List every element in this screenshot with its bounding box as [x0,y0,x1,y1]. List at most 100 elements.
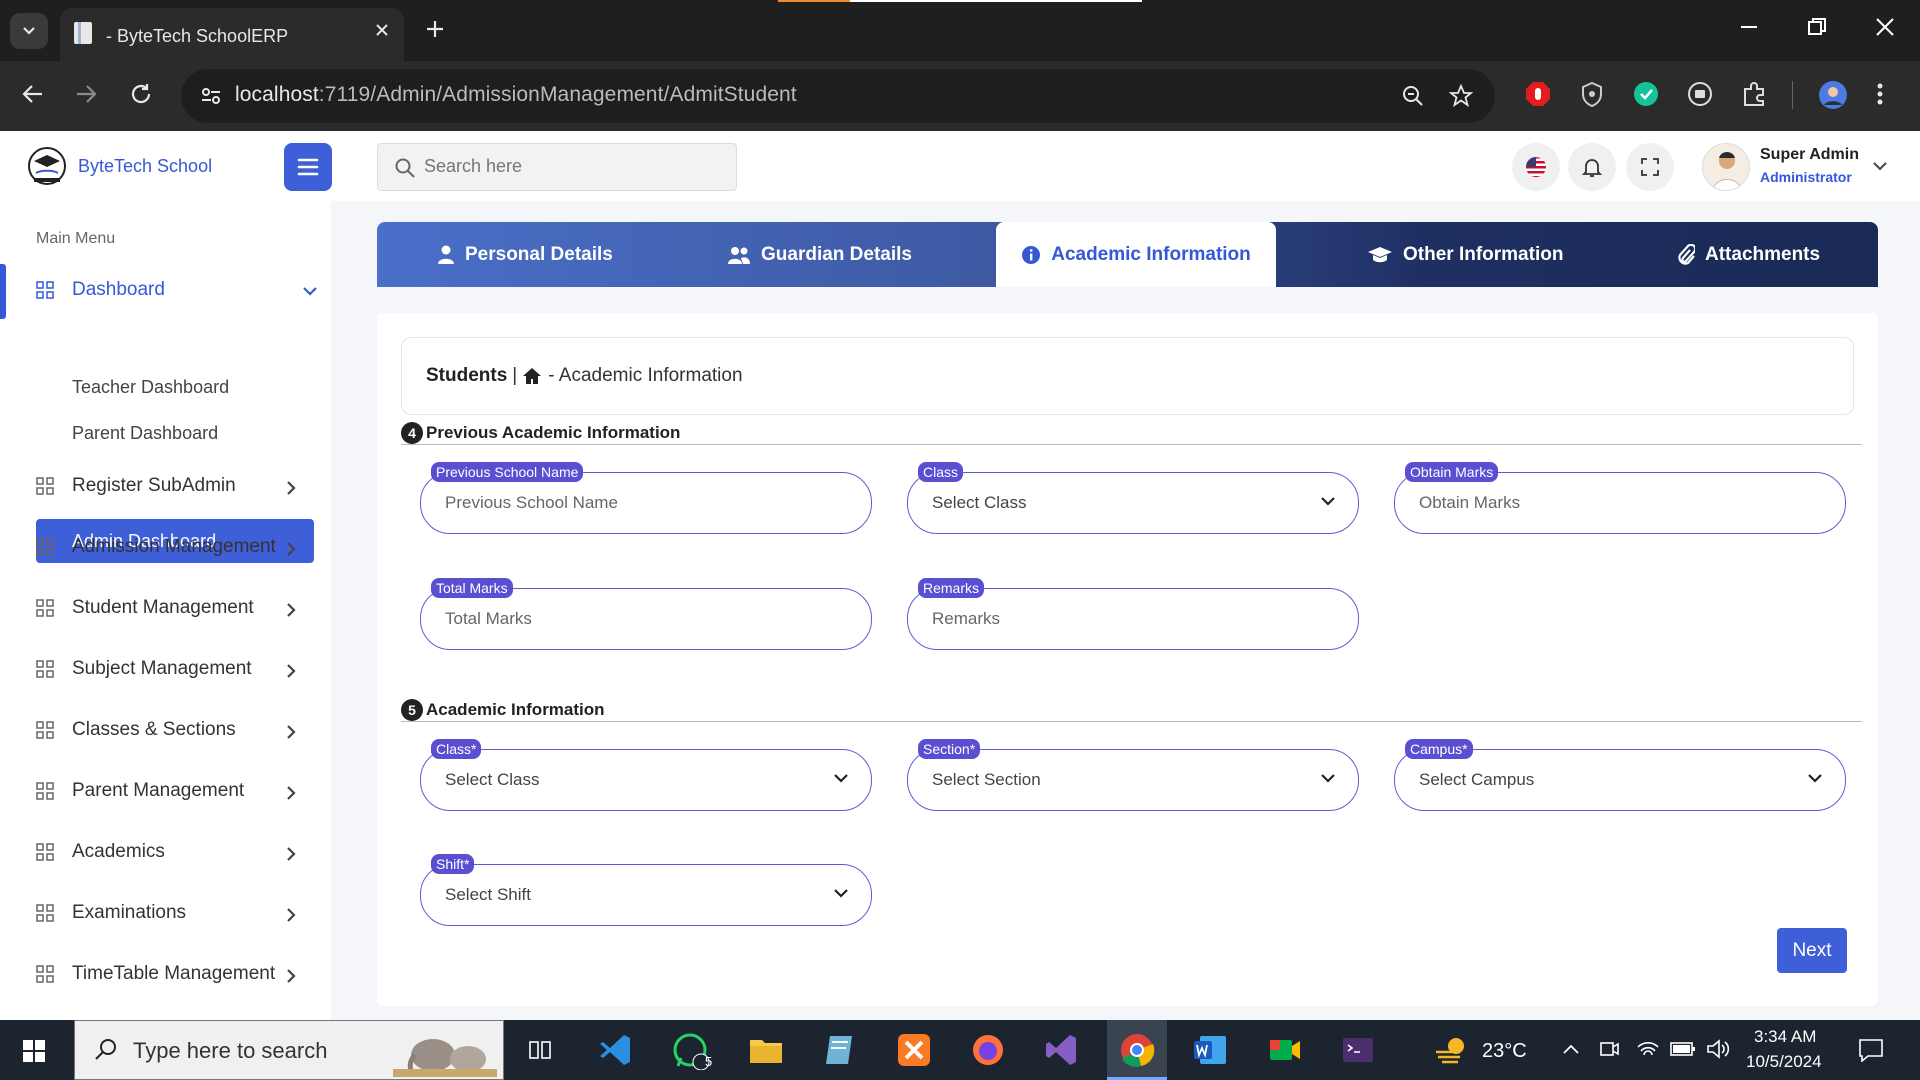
chrome-icon[interactable] [1119,1032,1155,1068]
user-avatar[interactable] [1702,143,1750,191]
shield-extension-icon[interactable] [1578,80,1606,108]
sidebar-item-parent-management[interactable]: Parent Management [36,780,244,802]
weather-icon[interactable] [1434,1034,1470,1066]
chevron-right-icon[interactable] [286,602,296,618]
next-button[interactable]: Next [1777,928,1847,973]
grammar-extension-icon[interactable] [1632,80,1660,108]
sidebar-toggle-button[interactable] [284,143,332,191]
previous-school-name-input[interactable]: Previous School Name [445,493,618,513]
sidebar-item-classes-sections[interactable]: Classes & Sections [36,719,236,741]
meet-now-icon[interactable] [1598,1038,1620,1060]
xampp-icon[interactable] [896,1032,932,1068]
obtain-marks-input[interactable]: Obtain Marks [1419,493,1520,513]
sidebar-item-register-subadmin[interactable]: Register SubAdmin [36,475,236,497]
battery-icon[interactable] [1670,1040,1696,1058]
wifi-icon[interactable] [1636,1038,1660,1060]
chevron-right-icon[interactable] [286,541,296,557]
sidebar-item-subject-management[interactable]: Subject Management [36,658,252,680]
tab-search-button[interactable] [10,13,48,49]
browser-menu-icon[interactable] [1874,80,1886,108]
browser-tab[interactable]: - ByteTech SchoolERP [60,8,404,61]
profile-avatar-icon[interactable] [1818,80,1848,110]
language-button[interactable] [1512,143,1560,191]
minimize-icon[interactable] [1738,16,1760,38]
grid-icon [36,599,54,617]
search-input[interactable] [424,156,724,177]
meet-icon[interactable] [1266,1032,1302,1068]
window-close-icon[interactable] [1874,16,1896,38]
shift-select[interactable]: Select Shift [420,864,872,926]
windows-start-icon[interactable] [22,1039,46,1063]
chevron-right-icon[interactable] [286,724,296,740]
tab-other-information[interactable]: Other Information [1367,222,1563,287]
header-search[interactable] [377,143,737,191]
word-icon[interactable] [1192,1032,1228,1068]
breadcrumb-current: - Academic Information [548,365,743,386]
sidebar-item-academics[interactable]: Academics [36,841,165,863]
fullscreen-button[interactable] [1626,143,1674,191]
chevron-down-icon[interactable] [302,285,318,297]
chevron-right-icon[interactable] [286,846,296,862]
previous-class-select[interactable]: Select Class [907,472,1359,534]
visual-studio-icon[interactable] [1044,1032,1080,1068]
section-divider [401,721,1862,722]
taskbar-search[interactable]: Type here to search [74,1020,504,1080]
sidebar-item-examinations[interactable]: Examinations [36,902,186,924]
close-icon[interactable] [374,22,390,38]
notes-app-icon[interactable] [822,1032,858,1068]
firefox-icon[interactable] [970,1032,1006,1068]
clock-date[interactable]: 10/5/2024 [1746,1052,1822,1072]
task-view-icon[interactable] [528,1038,554,1062]
chevron-right-icon[interactable] [286,968,296,984]
volume-icon[interactable] [1706,1038,1730,1060]
notifications-button[interactable] [1568,143,1616,191]
chevron-down-icon[interactable] [1872,160,1888,172]
bookmark-star-icon[interactable] [1449,84,1473,108]
site-settings-icon[interactable] [199,84,223,108]
sidebar-subitem-teacher-dashboard[interactable]: Teacher Dashboard [72,377,229,398]
adblock-extension-icon[interactable] [1524,80,1552,108]
chevron-up-icon[interactable] [1562,1042,1580,1056]
media-extension-icon[interactable] [1686,80,1714,108]
zoom-icon[interactable] [1401,84,1425,108]
extensions-puzzle-icon[interactable] [1740,80,1768,108]
chevron-right-icon[interactable] [286,785,296,801]
chevron-right-icon[interactable] [286,480,296,496]
breadcrumb-root[interactable]: Students [426,365,507,387]
url-text: localhost:7119/Admin/AdmissionManagement… [235,83,797,107]
campus-label: Campus* [1405,739,1473,759]
total-marks-input[interactable]: Total Marks [445,609,532,629]
brand-logo[interactable]: ByteTech School [26,145,212,187]
restore-icon[interactable] [1806,16,1828,38]
file-explorer-icon[interactable] [748,1032,784,1068]
forward-arrow-icon[interactable] [73,81,99,107]
back-arrow-icon[interactable] [20,81,46,107]
chevron-right-icon[interactable] [286,663,296,679]
user-name[interactable]: Super Admin [1760,146,1859,164]
tab-attachments[interactable]: Attachments [1677,222,1820,287]
grid-icon [36,721,54,739]
home-icon[interactable] [522,367,542,385]
terminal-icon[interactable] [1340,1032,1376,1068]
address-bar[interactable]: localhost:7119/Admin/AdmissionManagement… [181,69,1495,123]
sidebar-item-dashboard[interactable]: Dashboard [36,279,165,301]
sidebar-subitem-parent-dashboard[interactable]: Parent Dashboard [72,423,218,444]
users-icon [728,246,750,264]
sidebar-item-student-management[interactable]: Student Management [36,597,254,619]
notification-center-icon[interactable] [1858,1038,1884,1062]
chevron-right-icon[interactable] [286,907,296,923]
sidebar-item-admission-management[interactable]: Admission Management [36,536,276,558]
remarks-input[interactable]: Remarks [932,609,1000,629]
reload-icon[interactable] [128,81,154,107]
tab-academic-information[interactable]: Academic Information [996,222,1276,287]
sidebar-item-timetable-management[interactable]: TimeTable Management [36,963,275,985]
new-tab-icon[interactable] [424,18,446,40]
section-title-text: Previous Academic Information [426,423,681,442]
tab-personal-details[interactable]: Personal Details [437,222,613,287]
clock-time[interactable]: 3:34 AM [1754,1027,1816,1047]
sidebar-item-label: Dashboard [72,279,165,300]
vscode-icon[interactable] [598,1032,634,1068]
class-select[interactable]: Select Class [420,749,872,811]
brand-name: ByteTech School [78,155,213,176]
tab-guardian-details[interactable]: Guardian Details [727,222,912,287]
